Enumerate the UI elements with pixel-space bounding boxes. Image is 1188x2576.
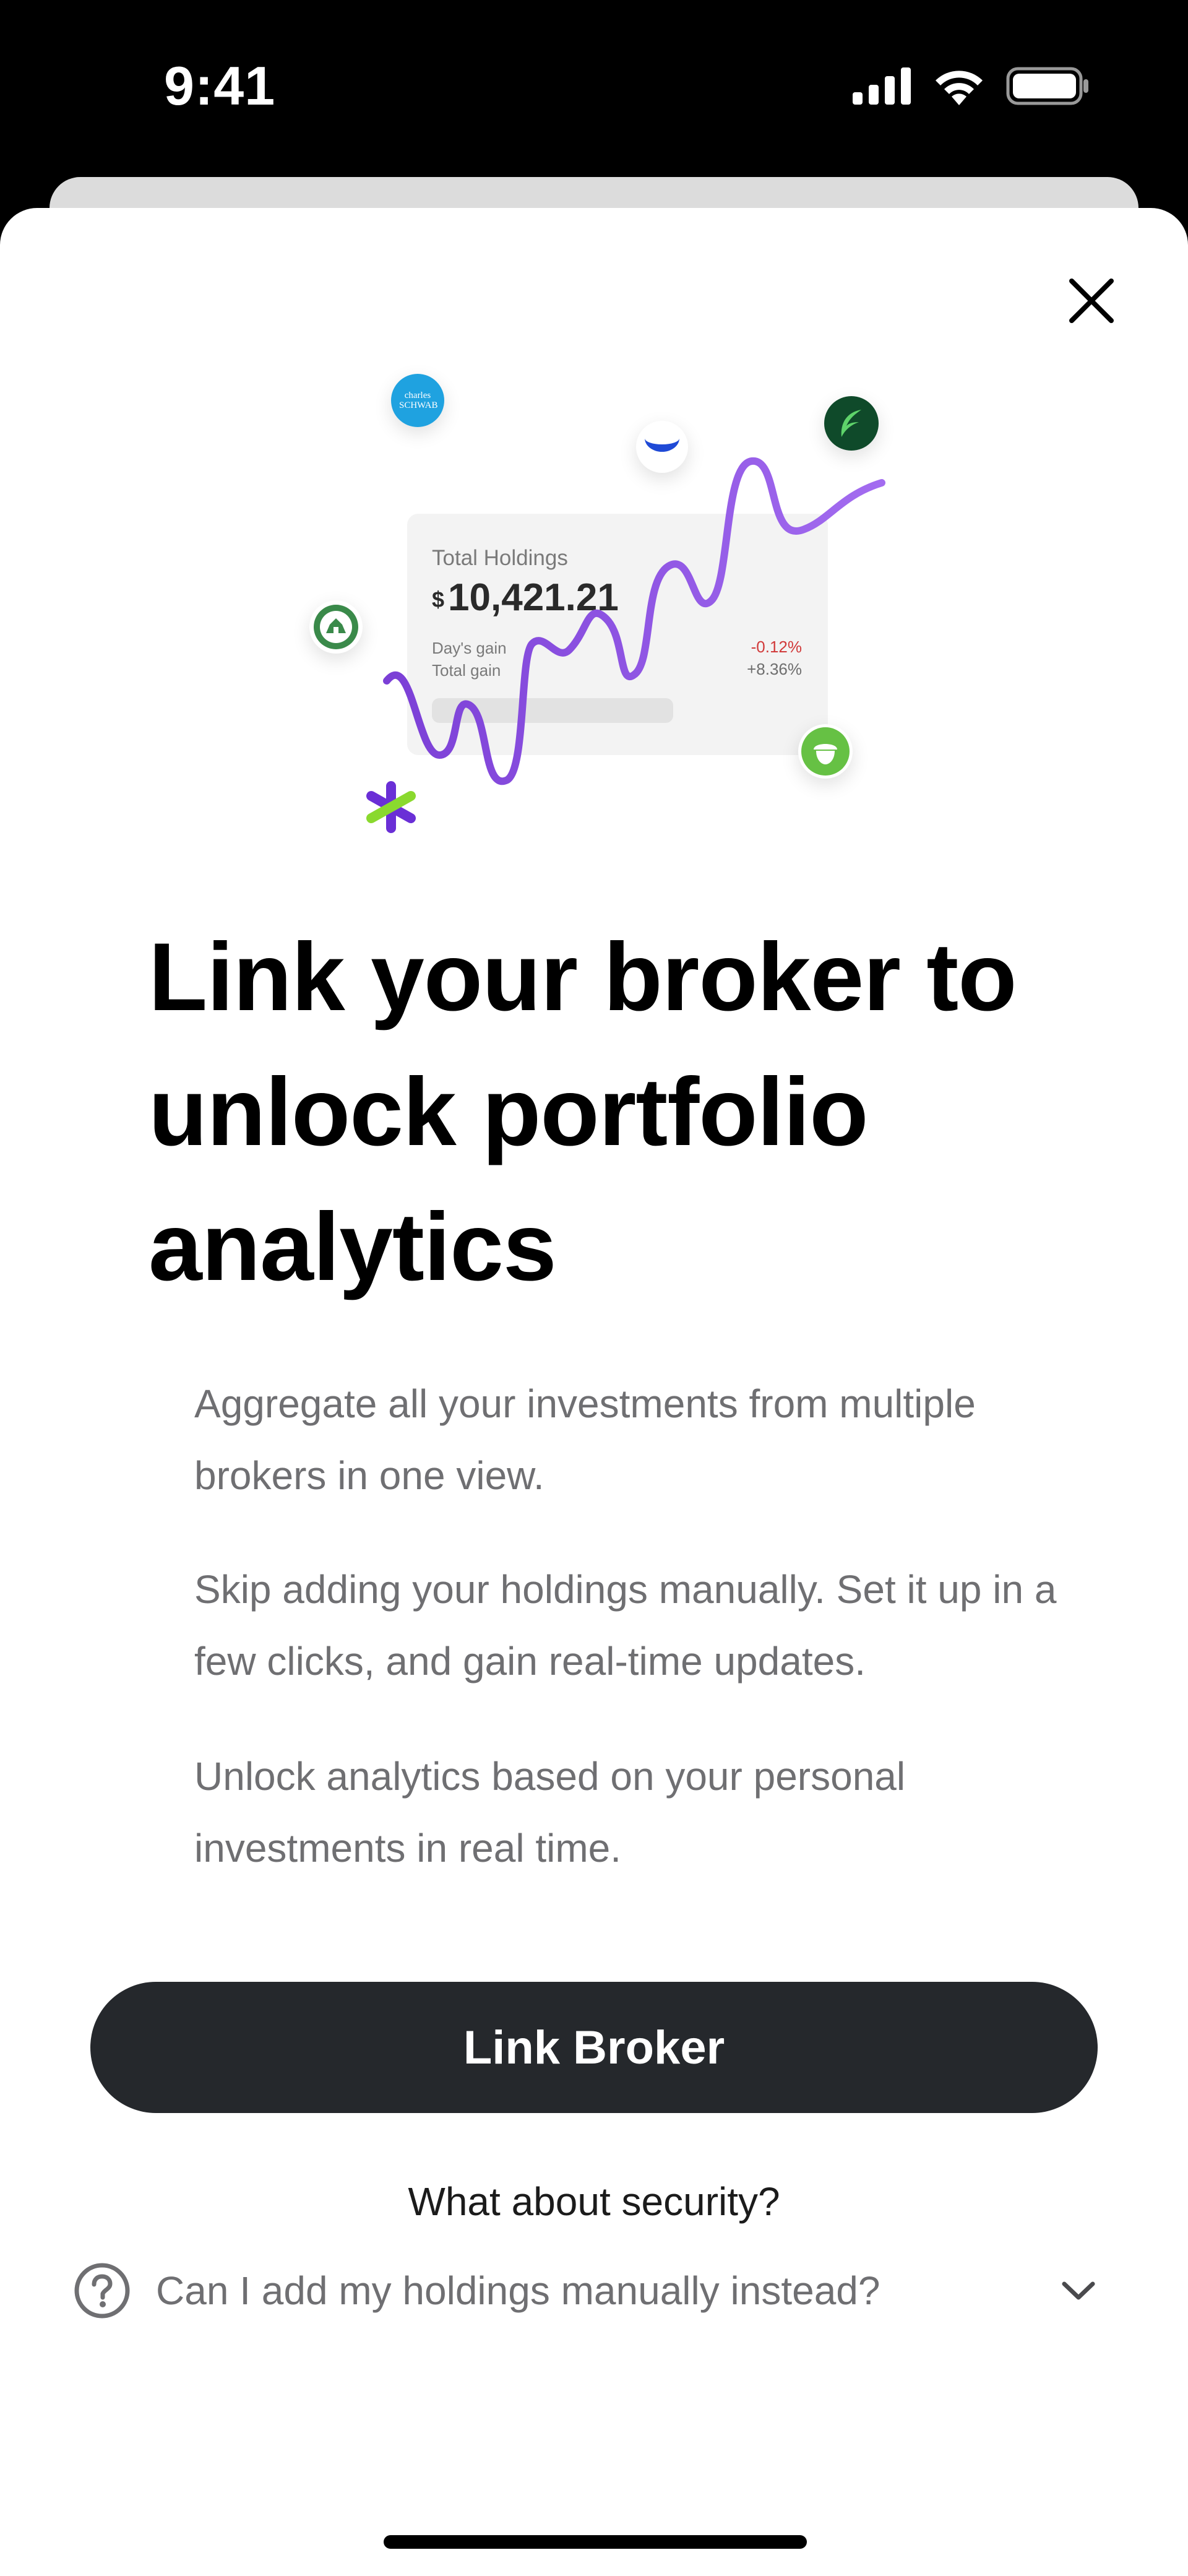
link-broker-button[interactable]: Link Broker <box>90 1982 1098 2113</box>
faq-item-manual-holdings[interactable]: Can I add my holdings manually instead? <box>73 2257 1113 2325</box>
close-icon <box>1069 279 1114 323</box>
page-title: Link your broker to unlock portfolio ana… <box>148 923 1017 1301</box>
fidelity-mark-icon <box>314 605 358 649</box>
faq-question-text: Can I add my holdings manually instead? <box>156 2268 880 2313</box>
etrade-logo <box>364 780 418 834</box>
fidelity-logo <box>309 600 363 654</box>
schwab-logo-text: charles SCHWAB <box>399 391 438 410</box>
security-link[interactable]: What about security? <box>0 2179 1188 2224</box>
close-button[interactable] <box>1062 271 1121 331</box>
feather-icon <box>841 410 861 437</box>
status-bar: 9:41 <box>0 0 1188 179</box>
schwab-logo: charles SCHWAB <box>391 374 444 427</box>
battery-icon <box>1006 67 1088 105</box>
benefit-text-skip-manual: Skip adding your holdings manually. Set … <box>194 1567 1057 1683</box>
coinbase-mark-icon <box>645 438 679 452</box>
question-circle-icon <box>74 2263 130 2319</box>
portfolio-illustration: Total Holdings $ 10,421.21 Day's gain To… <box>297 359 903 854</box>
chevron-down-icon <box>1062 2281 1095 2300</box>
benefit-text-analytics: Unlock analytics based on your personal … <box>194 1754 906 1870</box>
acorn-icon <box>801 727 850 776</box>
acorns-logo <box>798 724 853 779</box>
wifi-icon <box>936 71 983 105</box>
status-icons <box>853 67 1089 105</box>
status-time: 9:41 <box>164 55 276 116</box>
asterisk-icon <box>366 781 416 833</box>
cellular-signal-icon <box>853 67 911 105</box>
benefit-text-aggregate: Aggregate all your investments from mult… <box>194 1381 976 1498</box>
coinbase-logo <box>636 421 688 473</box>
home-indicator[interactable] <box>384 2535 807 2549</box>
robinhood-logo <box>824 396 879 451</box>
